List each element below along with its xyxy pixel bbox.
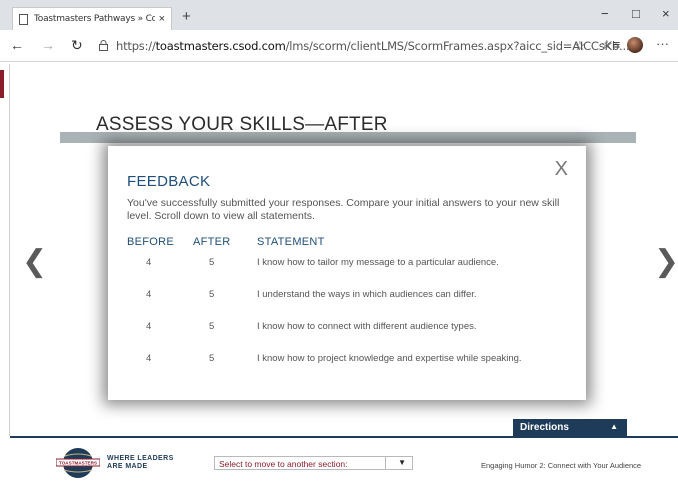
url-host: toastmasters.csod.com (155, 39, 286, 53)
new-tab-icon[interactable]: + (182, 8, 191, 25)
column-header-statement: STATEMENT (257, 236, 325, 248)
statement-text: I understand the ways in which audiences… (257, 289, 477, 300)
directions-button[interactable]: Directions ▲ (513, 419, 627, 436)
statement-text: I know how to project knowledge and expe… (257, 353, 522, 364)
tagline-line-1: WHERE LEADERS (107, 455, 174, 462)
chevron-down-icon: ▼ (398, 458, 406, 467)
table-row: 4 5 I understand the ways in which audie… (108, 289, 586, 303)
header-bar (60, 132, 636, 143)
browser-tab-bar: Toastmasters Pathways » Conne × + − □ × (0, 0, 678, 30)
table-row: 4 5 I know how to tailor my message to a… (108, 257, 586, 271)
after-value: 5 (209, 257, 215, 268)
profile-avatar[interactable] (627, 37, 643, 53)
column-header-before: BEFORE (127, 236, 175, 248)
tagline: WHERE LEADERS ARE MADE (107, 455, 174, 471)
select-divider (385, 457, 386, 469)
previous-arrow-icon[interactable]: ❮ (22, 244, 47, 279)
more-icon[interactable]: ··· (656, 36, 669, 51)
maximize-icon[interactable]: □ (632, 6, 640, 21)
table-row: 4 5 I know how to project knowledge and … (108, 353, 586, 367)
column-header-after: AFTER (193, 236, 231, 248)
logo-wordmark: TOASTMASTERS (59, 461, 97, 466)
feedback-modal: X FEEDBACK You've successfully submitted… (108, 146, 586, 400)
statement-text: I know how to connect with different aud… (257, 321, 477, 332)
tagline-line-2: ARE MADE (107, 463, 148, 470)
section-select[interactable]: Select to move to another section: ▼ (214, 456, 413, 470)
page-border (9, 64, 10, 436)
feedback-message: You've successfully submitted your respo… (127, 197, 560, 222)
before-value: 4 (146, 321, 152, 332)
feedback-title: FEEDBACK (127, 173, 211, 190)
back-icon[interactable]: ← (10, 37, 24, 53)
before-value: 4 (146, 257, 152, 268)
before-value: 4 (146, 289, 152, 300)
after-value: 5 (209, 289, 215, 300)
caret-up-icon: ▲ (610, 422, 618, 431)
section-select-value: Select to move to another section: (219, 459, 348, 469)
minimize-icon[interactable]: − (601, 6, 609, 21)
statement-text: I know how to tailor my message to a par… (257, 257, 499, 268)
before-value: 4 (146, 353, 152, 364)
accent-stripe (0, 70, 4, 98)
close-window-icon[interactable]: × (662, 6, 670, 21)
footer-divider (10, 436, 678, 438)
tab-close-icon[interactable]: × (159, 13, 165, 25)
after-value: 5 (209, 353, 215, 364)
table-row: 4 5 I know how to connect with different… (108, 321, 586, 335)
address-bar: ← → ↻ https://toastmasters.csod.com/lms/… (0, 30, 678, 62)
favorites-icon[interactable]: ☆≡ (601, 37, 620, 53)
course-title: Engaging Humor 2: Connect with Your Audi… (481, 461, 642, 470)
url-prefix: https:// (116, 39, 156, 53)
browser-tab[interactable]: Toastmasters Pathways » Conne × (12, 7, 172, 30)
close-icon[interactable]: X (555, 158, 568, 181)
refresh-icon[interactable]: ↻ (71, 37, 83, 54)
directions-label: Directions (520, 422, 569, 433)
forward-icon[interactable]: → (41, 37, 55, 53)
url-field[interactable]: https://toastmasters.csod.com/lms/scorm/… (116, 39, 630, 53)
next-arrow-icon[interactable]: ❯ (654, 244, 678, 279)
after-value: 5 (209, 321, 215, 332)
tab-title: Toastmasters Pathways » Conne (34, 14, 155, 24)
star-icon[interactable]: ☆ (574, 38, 586, 54)
toastmasters-logo: TOASTMASTERS (56, 448, 100, 478)
lock-icon (99, 40, 108, 51)
page-icon (19, 13, 28, 25)
